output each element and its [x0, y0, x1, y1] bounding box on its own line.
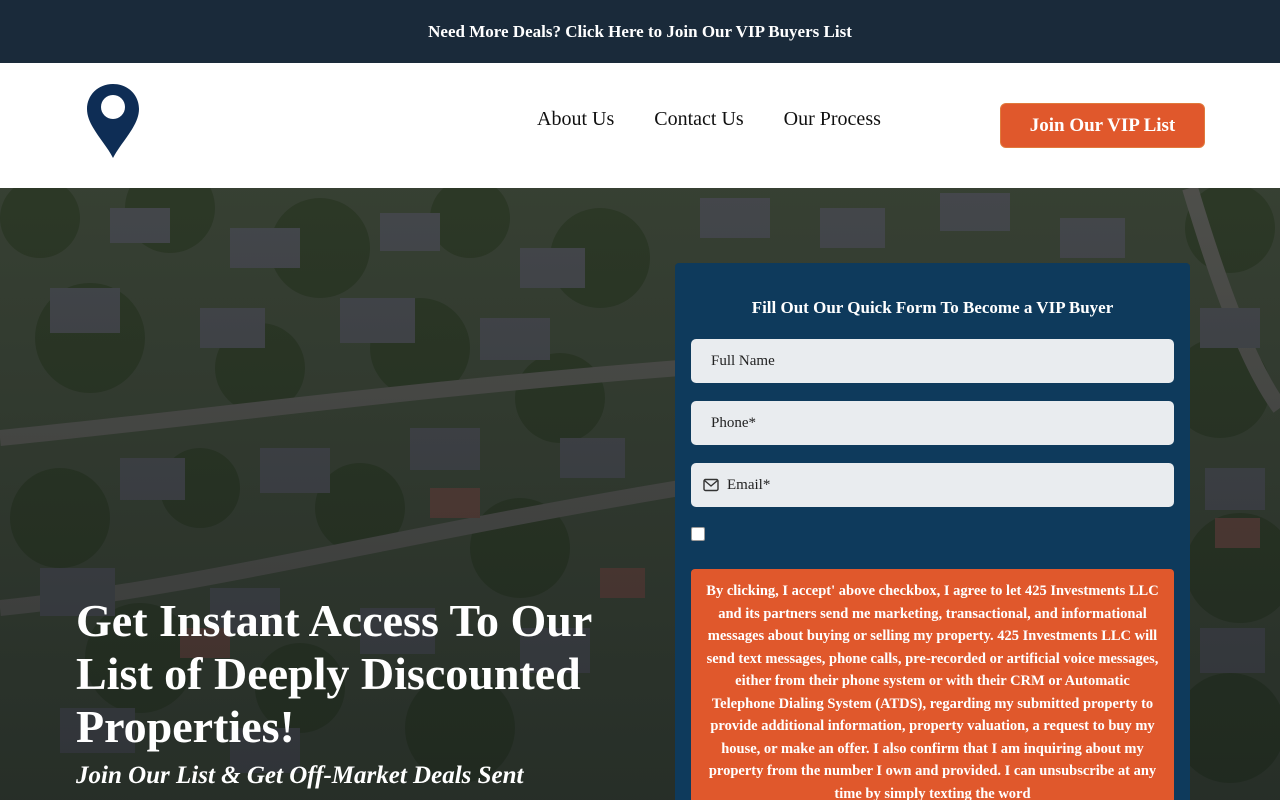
phone-field[interactable]: Phone*	[691, 401, 1174, 445]
announcement-bar: Need More Deals? Click Here to Join Our …	[0, 0, 1280, 63]
nav-contact-us[interactable]: Contact Us	[654, 108, 743, 131]
join-vip-list-button[interactable]: Join Our VIP List	[1000, 103, 1205, 148]
vip-signup-form: Fill Out Our Quick Form To Become a VIP …	[675, 263, 1190, 800]
email-field[interactable]: Email*	[691, 463, 1174, 507]
full-name-placeholder: Full Name	[711, 352, 775, 369]
vip-buyers-link[interactable]: Need More Deals? Click Here to Join Our …	[428, 22, 852, 42]
hero-subheadline: Join Our List & Get Off-Market Deals Sen…	[76, 762, 524, 789]
phone-placeholder: Phone*	[711, 414, 756, 431]
consent-checkbox[interactable]	[691, 527, 705, 541]
consent-text: By clicking, I accept' above checkbox, I…	[691, 569, 1174, 800]
envelope-icon	[703, 478, 719, 492]
email-placeholder: Email*	[727, 476, 771, 493]
map-pin-icon[interactable]	[85, 82, 141, 160]
nav-about-us[interactable]: About Us	[537, 108, 614, 131]
nav-our-process[interactable]: Our Process	[784, 108, 881, 131]
form-title: Fill Out Our Quick Form To Become a VIP …	[751, 298, 1114, 317]
hero-headline: Get Instant Access To Our List of Deeply…	[76, 595, 592, 752]
main-nav: About Us Contact Us Our Process	[537, 108, 881, 131]
full-name-field[interactable]: Full Name	[691, 339, 1174, 383]
